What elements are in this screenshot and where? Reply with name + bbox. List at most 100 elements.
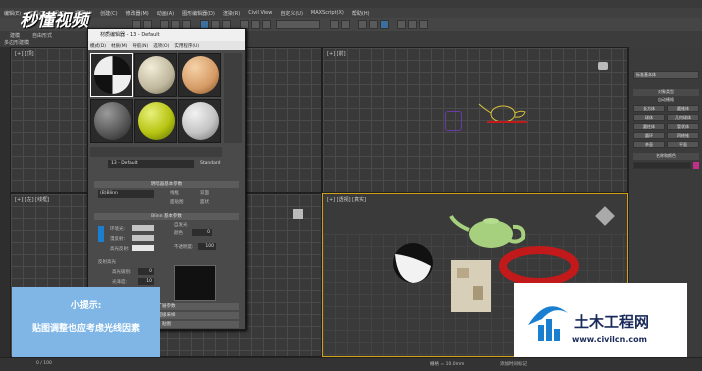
menu-item-help[interactable]: 帮助(H)	[352, 10, 370, 17]
med-menu-material[interactable]: 材质(M)	[111, 43, 127, 49]
name-and-color-header[interactable]: 名称和颜色	[633, 153, 699, 160]
viewcube-icon[interactable]	[293, 209, 303, 219]
time-slider-label[interactable]: 0 / 100	[36, 361, 52, 366]
site-name: 土木工程网	[574, 313, 650, 331]
med-menu-modes[interactable]: 模式(D)	[90, 43, 106, 49]
glossiness-label: 光泽度:	[112, 280, 128, 285]
render-frame-icon[interactable]	[408, 20, 417, 29]
self-illum-color-label: 颜色	[174, 231, 183, 236]
angle-snap-icon[interactable]	[251, 20, 260, 29]
faceted-checkbox[interactable]: 面状	[200, 199, 209, 205]
material-slot[interactable]	[134, 53, 177, 97]
object-type-header[interactable]: 对象类型	[633, 89, 699, 96]
ambient-label: 环境光:	[110, 227, 126, 232]
specular-highlights-label: 反射高光	[98, 260, 116, 265]
tip-text: 贴图调整也应考虑光线因素	[31, 324, 140, 334]
two-sided-checkbox[interactable]: 双面	[200, 190, 209, 196]
menu-item-maxscript[interactable]: MAXScript(X)	[311, 10, 344, 16]
material-name-field[interactable]: 13 - Default	[108, 160, 194, 168]
curve-editor-icon[interactable]	[369, 20, 378, 29]
geosphere-button[interactable]: 几何球体	[667, 114, 699, 121]
glossiness-field[interactable]: 10	[138, 278, 154, 285]
self-illum-label: 自发光	[174, 223, 188, 228]
wire-checkbox[interactable]: 线框	[170, 190, 179, 196]
main-menu-bar: 编辑(E) 工具(T) 组(G) 视图(V) 创建(C) 修改器(M) 动画(A…	[0, 8, 702, 18]
menu-item-edit[interactable]: 编辑(E)	[4, 10, 21, 17]
add-time-tag-button[interactable]: 添加时间标记	[500, 361, 527, 367]
teapot-button[interactable]: 茶壶	[633, 141, 665, 148]
object-name-field[interactable]	[633, 162, 691, 169]
specular-color-swatch[interactable]	[132, 245, 154, 251]
object-color-swatch[interactable]	[693, 162, 699, 169]
menu-item-rendering[interactable]: 渲染(R)	[223, 10, 240, 17]
material-type-button[interactable]: Standard	[200, 160, 240, 168]
specular-level-label: 高光级别:	[112, 270, 132, 275]
viewport-label-left[interactable]: [+] [左] [线框]	[15, 196, 49, 203]
primitive-type-dropdown[interactable]: 标准基本体	[633, 71, 699, 79]
align-icon[interactable]	[341, 20, 350, 29]
face-map-checkbox[interactable]: 面贴图	[170, 199, 184, 205]
material-slot[interactable]	[134, 99, 177, 143]
med-menu-navigation[interactable]: 导航(N)	[132, 43, 148, 49]
material-slot[interactable]	[178, 99, 221, 143]
diffuse-label: 漫反射:	[110, 237, 126, 242]
blinn-basic-params-rollout[interactable]: Blinn 基本参数	[94, 213, 239, 220]
menu-item-customize[interactable]: 自定义(U)	[280, 10, 303, 17]
material-editor-menu: 模式(D) 材质(M) 导航(N) 选项(O) 实用程序(U)	[88, 41, 245, 50]
ribbon-tab-freeform[interactable]: 自由形式	[32, 32, 52, 39]
menu-item-animation[interactable]: 动画(A)	[157, 10, 174, 17]
opacity-label: 不透明度:	[174, 245, 194, 250]
named-selection-dropdown[interactable]	[276, 20, 320, 29]
material-editor-icon[interactable]	[380, 20, 389, 29]
box-button[interactable]: 长方体	[633, 105, 665, 112]
self-illum-value[interactable]: 0	[192, 229, 212, 236]
specular-level-field[interactable]: 0	[138, 268, 154, 275]
auto-grid-checkbox[interactable]: 自动栅格	[633, 97, 699, 104]
percent-snap-icon[interactable]	[262, 20, 271, 29]
lock-icon[interactable]	[98, 226, 104, 242]
material-slot[interactable]	[90, 53, 133, 97]
cylinder-button[interactable]: 圆柱体	[633, 123, 665, 130]
viewport-front[interactable]: [+] [前]	[322, 47, 628, 193]
watermark-logo: 秒懂视频	[20, 11, 88, 31]
teapot-wireframe	[478, 103, 527, 123]
viewport-label-front[interactable]: [+] [前]	[327, 50, 346, 57]
layer-icon[interactable]	[358, 20, 367, 29]
material-slot[interactable]	[178, 53, 221, 97]
opacity-field[interactable]: 100	[198, 243, 216, 250]
status-bar: 0 / 100 栅格 = 10.0mm 添加时间标记	[0, 357, 702, 371]
med-menu-utilities[interactable]: 实用程序(U)	[174, 43, 199, 49]
render-setup-icon[interactable]	[397, 20, 406, 29]
material-editor-bottom-toolbar	[90, 147, 222, 157]
left-toolbar	[0, 47, 10, 357]
menu-item-civil-view[interactable]: Civil View	[248, 10, 272, 16]
shader-basic-params-rollout[interactable]: 明暗器基本参数	[94, 181, 239, 188]
site-watermark: 土木工程网 www.civilcn.com	[514, 283, 687, 359]
tube-button[interactable]: 管状体	[667, 123, 699, 130]
ambient-color-swatch[interactable]	[132, 225, 154, 231]
med-menu-options[interactable]: 选项(O)	[153, 43, 169, 49]
tip-title: 小提示:	[70, 301, 102, 311]
viewport-label-top[interactable]: [+] [顶]	[15, 50, 34, 57]
plane-button[interactable]: 平面	[667, 141, 699, 148]
site-url: www.civilcn.com	[572, 335, 647, 344]
material-editor-window: 材质编辑器 - 13 - Default 模式(D) 材质(M) 导航(N) 选…	[87, 28, 246, 330]
menu-item-create[interactable]: 创建(C)	[100, 10, 117, 17]
material-slot[interactable]	[90, 99, 133, 143]
specular-label: 高光反射:	[110, 247, 130, 252]
tip-overlay: 小提示: 贴图调整也应考虑光线因素	[12, 287, 160, 359]
diffuse-color-swatch[interactable]	[132, 235, 154, 241]
mirror-icon[interactable]	[330, 20, 339, 29]
viewcube-icon[interactable]	[598, 62, 608, 70]
torus-button[interactable]: 圆环	[633, 132, 665, 139]
site-logo-icon	[528, 306, 568, 341]
cone-button[interactable]: 圆锥体	[667, 105, 699, 112]
menu-item-modifiers[interactable]: 修改器(M)	[126, 10, 149, 17]
shader-type-dropdown[interactable]: (B)Blinn	[98, 190, 154, 198]
ribbon-tab-modeling[interactable]: 建模	[10, 32, 20, 39]
sphere-button[interactable]: 球体	[633, 114, 665, 121]
pyramid-button[interactable]: 四棱锥	[667, 132, 699, 139]
menu-item-graph-editors[interactable]: 图形编辑器(D)	[182, 10, 215, 17]
material-editor-side-toolbar	[224, 53, 242, 143]
render-icon[interactable]	[419, 20, 428, 29]
